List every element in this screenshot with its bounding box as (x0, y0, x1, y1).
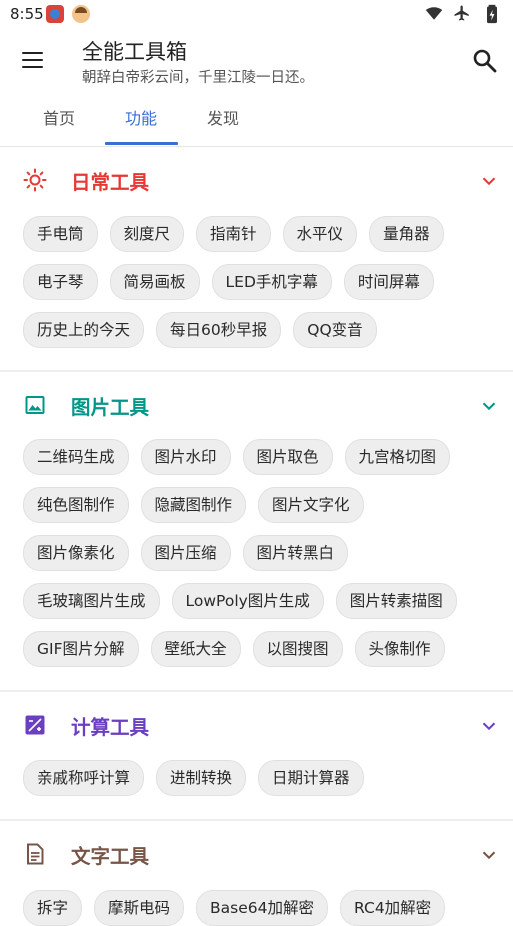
tool-flashlight[interactable]: 手电筒 (23, 216, 98, 252)
tool-base64[interactable]: Base64加解密 (196, 890, 328, 926)
chevron-down-icon[interactable] (478, 844, 500, 866)
tool-image-search[interactable]: 以图搜图 (252, 631, 343, 667)
game-app-notification-icon (46, 5, 64, 23)
tool-rc4[interactable]: RC4加解密 (340, 890, 446, 926)
section-title: 图片工具 (71, 396, 150, 419)
status-time: 8:55 (10, 5, 44, 23)
tool-piano[interactable]: 电子琴 (23, 264, 98, 300)
tool-wallpapers[interactable]: 壁纸大全 (150, 631, 241, 667)
tool-base-convert[interactable]: 进制转换 (156, 760, 247, 796)
chevron-down-icon[interactable] (478, 170, 500, 192)
section-title: 计算工具 (71, 716, 150, 739)
tool-solid-color[interactable]: 纯色图制作 (23, 487, 129, 523)
section-divider (0, 690, 513, 692)
tool-ruler[interactable]: 刻度尺 (109, 216, 185, 252)
tool-split-char[interactable]: 拆字 (23, 890, 83, 926)
tool-level[interactable]: 水平仪 (282, 216, 358, 252)
tool-date-calc[interactable]: 日期计算器 (258, 760, 364, 796)
tool-compass[interactable]: 指南针 (196, 216, 271, 252)
tool-sketch[interactable]: 图片转素描图 (335, 583, 457, 619)
search-icon[interactable] (469, 45, 501, 77)
tool-hidden-image[interactable]: 隐藏图制作 (140, 487, 247, 523)
section-title: 文字工具 (71, 845, 150, 868)
chip-row: 二维码生成 图片水印 图片取色 九宫格切图 (23, 439, 451, 475)
tool-protractor[interactable]: 量角器 (369, 216, 444, 252)
tool-pixelate[interactable]: 图片像素化 (23, 535, 129, 571)
tool-grayscale[interactable]: 图片转黑白 (242, 535, 349, 571)
chip-row: 图片像素化 图片压缩 图片转黑白 (23, 535, 349, 571)
tool-sketchpad[interactable]: 简易画板 (109, 264, 200, 300)
chip-row: 电子琴 简易画板 LED手机字幕 时间屏幕 (23, 264, 434, 300)
chip-row: 历史上的今天 每日60秒早报 QQ变音 (23, 312, 377, 348)
chip-row: 纯色图制作 隐藏图制作 图片文字化 (23, 487, 364, 523)
tool-gif-split[interactable]: GIF图片分解 (23, 631, 139, 667)
chevron-down-icon[interactable] (478, 395, 500, 417)
tool-relative-calc[interactable]: 亲戚称呼计算 (23, 760, 145, 796)
section-divider (0, 819, 513, 821)
tool-led-banner[interactable]: LED手机字幕 (211, 264, 332, 300)
section-divider (0, 370, 513, 372)
tab-indicator (105, 142, 178, 145)
tab-discover[interactable]: 发现 (186, 96, 260, 146)
tab-home[interactable]: 首页 (22, 96, 96, 146)
tool-color-picker[interactable]: 图片取色 (242, 439, 333, 475)
tool-watermark[interactable]: 图片水印 (140, 439, 231, 475)
section-header[interactable]: 图片工具 (0, 381, 513, 431)
app-subtitle: 朝辞白帝彩云间，千里江陵一日还。 (82, 70, 314, 86)
chip-row: 手电筒 刻度尺 指南针 水平仪 量角器 (23, 216, 444, 252)
app-toolbar: 全能工具箱 朝辞白帝彩云间，千里江陵一日还。 (0, 28, 513, 94)
chip-row: GIF图片分解 壁纸大全 以图搜图 头像制作 (23, 631, 445, 667)
airplane-mode-icon (454, 5, 469, 21)
sun-icon (23, 168, 47, 192)
document-icon (27, 843, 44, 865)
app-title: 全能工具箱 (82, 40, 187, 64)
tool-qrcode[interactable]: 二维码生成 (23, 439, 129, 475)
section-header[interactable]: 文字工具 (0, 830, 513, 880)
menu-icon[interactable] (14, 42, 50, 78)
tool-compress[interactable]: 图片压缩 (140, 535, 231, 571)
chip-row: 拆字 摩斯电码 Base64加解密 RC4加解密 (23, 890, 446, 926)
image-icon (25, 396, 45, 414)
wifi-icon (425, 7, 443, 20)
battery-icon (487, 4, 497, 24)
tool-daily-news[interactable]: 每日60秒早报 (156, 312, 282, 348)
tool-morse[interactable]: 摩斯电码 (94, 890, 185, 926)
tool-qq-voice[interactable]: QQ变音 (293, 312, 377, 348)
calculator-icon (25, 715, 45, 735)
tool-image-to-text[interactable]: 图片文字化 (258, 487, 364, 523)
section-title: 日常工具 (71, 171, 150, 194)
tool-clock-screen[interactable]: 时间屏幕 (343, 264, 434, 300)
tab-features[interactable]: 功能 (104, 96, 178, 146)
avatar-app-notification-icon (72, 5, 90, 23)
chevron-down-icon[interactable] (478, 715, 500, 737)
tab-bar: 首页 功能 发现 (0, 96, 513, 147)
status-bar: 8:55 (0, 0, 513, 28)
tool-lowpoly[interactable]: LowPoly图片生成 (171, 583, 324, 619)
tool-grid-cut[interactable]: 九宫格切图 (344, 439, 451, 475)
tool-frosted-glass[interactable]: 毛玻璃图片生成 (23, 583, 160, 619)
tool-avatar-maker[interactable]: 头像制作 (354, 631, 445, 667)
section-header[interactable]: 日常工具 (0, 156, 513, 206)
chip-row: 毛玻璃图片生成 LowPoly图片生成 图片转素描图 (23, 583, 457, 619)
tool-history-today[interactable]: 历史上的今天 (23, 312, 145, 348)
chip-row: 亲戚称呼计算 进制转换 日期计算器 (23, 760, 364, 796)
section-header[interactable]: 计算工具 (0, 701, 513, 751)
